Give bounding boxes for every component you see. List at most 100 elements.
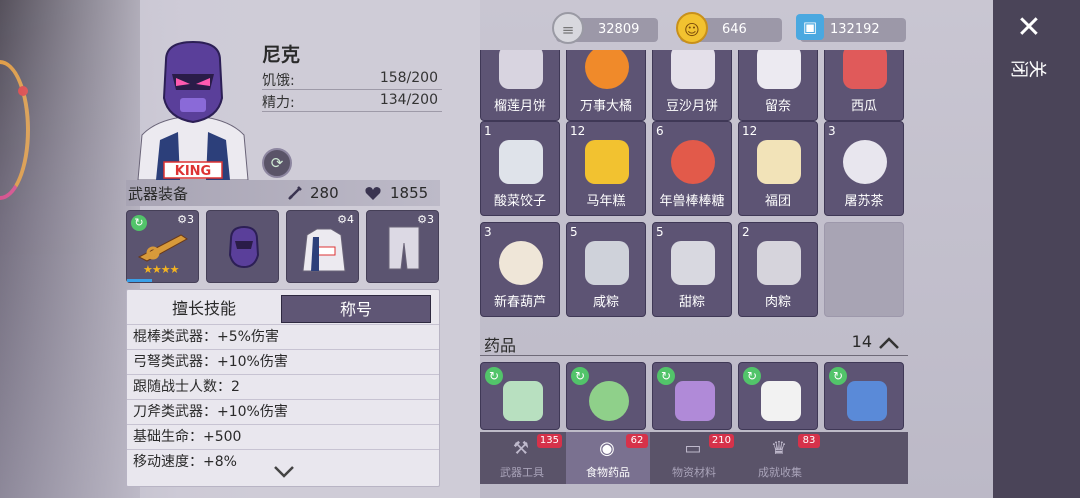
- skill-row: 棍棒类武器：+5%伤害: [127, 324, 439, 349]
- syringe-icon: [847, 381, 887, 421]
- medkit-icon: [675, 381, 715, 421]
- food-item[interactable]: 12 马年糕: [566, 121, 646, 216]
- food-item[interactable]: 5 甜粽: [652, 222, 732, 317]
- weapon-stars: ★★★★: [143, 263, 179, 276]
- chevron-down-icon[interactable]: [273, 464, 294, 478]
- tab-label: 物资材料: [672, 466, 716, 479]
- tab-food-medicine[interactable]: ◉ 食物药品 62: [566, 432, 650, 484]
- orange-icon: [585, 50, 629, 89]
- gourd-tea-icon: [843, 140, 887, 184]
- character-avatar: KING: [128, 40, 258, 181]
- skill-row: 弓弩类武器：+10%伤害: [127, 349, 439, 374]
- food-item-name: 留奈: [764, 99, 791, 114]
- food-item[interactable]: 万事大橘: [566, 50, 646, 121]
- skill-panel: 擅长技能 称号 棍棒类武器：+5%伤害 弓弩类武器：+10%伤害 跟随战士人数：…: [126, 289, 440, 487]
- hunger-label: 饥饿:: [262, 73, 295, 89]
- food-icon: ◉: [599, 438, 615, 459]
- armor-slot[interactable]: ⚙4: [286, 210, 359, 283]
- mooncake-icon: [499, 50, 543, 89]
- gourd-icon: [499, 241, 543, 285]
- weapon-xp-bar: [127, 279, 152, 282]
- food-item-name: 肉粽: [764, 295, 791, 310]
- heart-icon: [365, 187, 381, 200]
- close-panel[interactable]: ✕ 关闭: [993, 0, 1080, 498]
- coin-stack-icon: ≡: [552, 12, 584, 44]
- tab-materials[interactable]: ▭ 物资材料 210: [652, 432, 736, 484]
- chevron-up-icon[interactable]: [878, 330, 900, 355]
- tab-skills[interactable]: 擅长技能: [129, 295, 279, 323]
- tab-achievements[interactable]: ♛ 成就收集 83: [738, 432, 822, 484]
- weapon-slot[interactable]: ↻ ⚙3 ★★★★: [126, 210, 199, 283]
- mooncake-icon: [671, 50, 715, 89]
- currency-value: 132192: [830, 22, 880, 37]
- food-item[interactable]: 3 新春葫芦: [480, 222, 560, 317]
- tab-label: 食物药品: [586, 466, 630, 479]
- axe-icon: ⚒: [512, 438, 530, 459]
- food-item-name: 福团: [764, 194, 791, 209]
- item-count: 12: [742, 124, 758, 138]
- medicine-item[interactable]: ↻: [652, 362, 732, 430]
- medicine-title: 药品: [484, 336, 517, 355]
- currency-smiley: ☺ 646: [676, 12, 782, 44]
- food-item[interactable]: 留奈: [738, 50, 818, 121]
- food-item[interactable]: 6 年兽棒棒糖: [652, 121, 732, 216]
- food-item[interactable]: 豆沙月饼: [652, 50, 732, 121]
- close-label[interactable]: 关闭: [1011, 56, 1047, 80]
- health-value: 1855: [390, 184, 429, 202]
- skill-row: 基础生命：+500: [127, 424, 439, 449]
- food-item[interactable]: 1 酸菜饺子: [480, 121, 560, 216]
- character-name: 尼克: [262, 44, 301, 66]
- food-item[interactable]: 榴莲月饼: [480, 50, 560, 121]
- pants-slot[interactable]: ⚙3: [366, 210, 439, 283]
- tab-badge: 210: [708, 434, 734, 448]
- svg-text:KING: KING: [175, 164, 211, 179]
- food-item[interactable]: 12 福团: [738, 121, 818, 216]
- food-item[interactable]: 2 肉粽: [738, 222, 818, 317]
- food-item[interactable]: 西瓜: [824, 50, 904, 121]
- item-count: 1: [484, 124, 492, 138]
- refresh-icon: ↻: [571, 367, 589, 385]
- customize-icon[interactable]: ⟳: [262, 148, 292, 178]
- skill-row: 刀斧类武器：+10%伤害: [127, 399, 439, 424]
- food-grid: 榴莲月饼 万事大橘 豆沙月饼 留奈 西瓜 1 酸菜饺子 12 马年糕 6 年兽棒棒糖 …: [480, 50, 908, 320]
- food-item-name: 西瓜: [850, 99, 877, 114]
- food-item-name: 屠苏茶: [844, 194, 884, 209]
- item-count: 6: [656, 124, 664, 138]
- smiley-coin-icon: ☺: [676, 12, 708, 44]
- energy-value: 134/200: [379, 92, 438, 108]
- helmet-slot[interactable]: [206, 210, 279, 283]
- category-tabs: ⚒ 武器工具 135 ◉ 食物药品 62 ▭ 物资材料 210 ♛ 成就收集 8…: [480, 432, 908, 484]
- tab-label: 成就收集: [758, 466, 802, 479]
- weapon-rifle-icon: [137, 234, 188, 262]
- zongzi-icon: [585, 241, 629, 285]
- item-count: 5: [656, 225, 664, 239]
- tab-badge: 135: [536, 434, 562, 448]
- tab-weapons-tools[interactable]: ⚒ 武器工具 135: [480, 432, 564, 484]
- refresh-icon: ↻: [657, 367, 675, 385]
- tab-label: 武器工具: [500, 466, 544, 479]
- slot-level: ⚙3: [177, 213, 194, 226]
- jacket-icon: [302, 228, 346, 272]
- food-item-name: 豆沙月饼: [665, 99, 718, 114]
- medicine-item[interactable]: ↻: [480, 362, 560, 430]
- hunger-value: 158/200: [379, 70, 438, 86]
- tab-titles[interactable]: 称号: [281, 295, 431, 323]
- helmet-icon: [228, 225, 260, 269]
- item-count: 3: [484, 225, 492, 239]
- trophy-icon: ♛: [770, 438, 788, 459]
- sword-icon: [288, 186, 302, 200]
- food-item-name: 年兽棒棒糖: [659, 194, 725, 209]
- medicine-header[interactable]: 药品 14: [480, 330, 908, 356]
- rice-cake-icon: [585, 140, 629, 184]
- close-icon[interactable]: ✕: [1015, 13, 1043, 43]
- energy-label: 精力:: [262, 95, 295, 111]
- bandage-icon: [503, 381, 543, 421]
- food-item[interactable]: 3 屠苏茶: [824, 121, 904, 216]
- food-item[interactable]: 5 咸粽: [566, 222, 646, 317]
- medicine-item[interactable]: ↻: [824, 362, 904, 430]
- food-item-name: 榴莲月饼: [493, 99, 546, 114]
- food-item-name: 咸粽: [592, 295, 619, 310]
- medicine-item[interactable]: ↻: [738, 362, 818, 430]
- pants-icon: [388, 226, 420, 270]
- medicine-item[interactable]: ↻: [566, 362, 646, 430]
